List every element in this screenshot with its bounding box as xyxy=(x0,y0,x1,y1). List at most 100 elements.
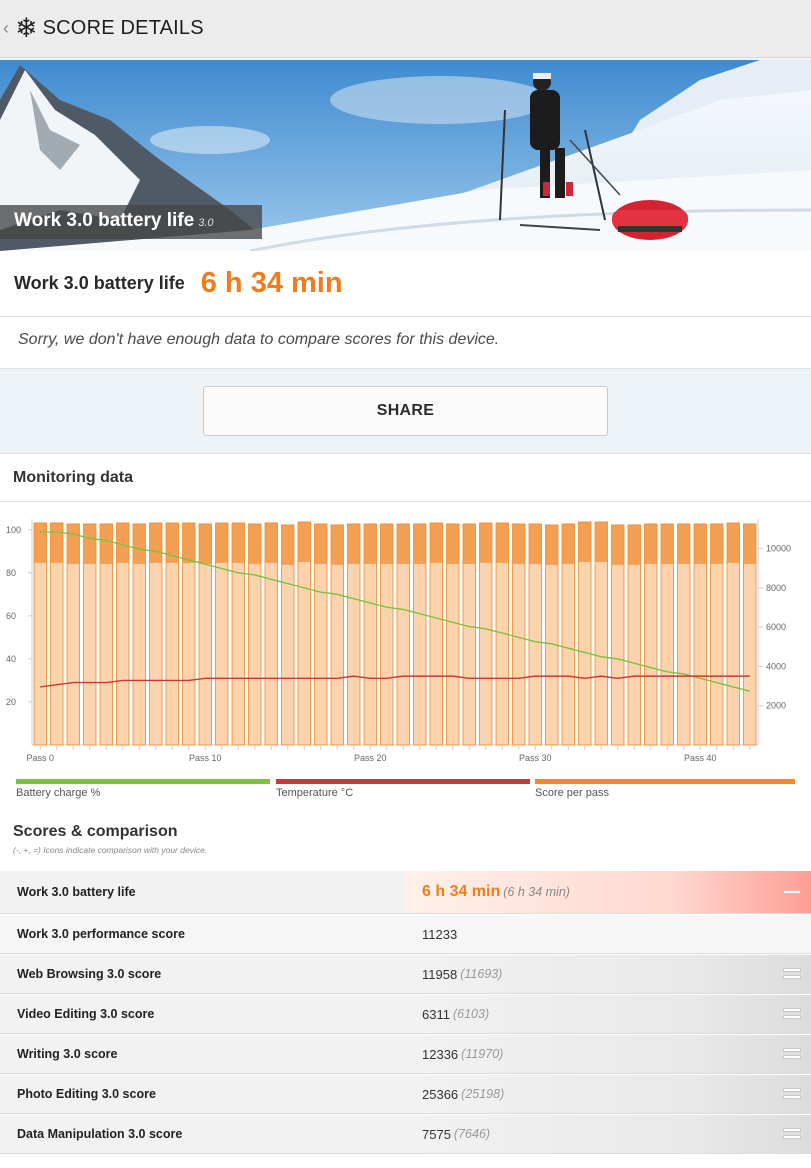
bar-score-pass-top xyxy=(83,523,96,564)
result-value: 6 h 34 min xyxy=(200,267,343,299)
score-name: Video Editing 3.0 score xyxy=(17,1007,155,1021)
top-bar: ‹ ❄ SCORE DETAILS xyxy=(0,0,811,58)
bar-score-pass-top xyxy=(265,522,278,563)
bar-score-pass-top xyxy=(644,523,657,564)
right-tick-label: 10000 xyxy=(766,543,791,553)
bar-score-pass-top xyxy=(743,523,756,564)
score-value: 12336 xyxy=(422,1046,459,1062)
x-tick-label: Pass 40 xyxy=(684,753,717,763)
score-name: Work 3.0 battery life xyxy=(17,885,136,899)
bar-score-pass-top xyxy=(446,523,459,564)
bar-score-pass-top xyxy=(232,522,245,563)
result-card: Work 3.0 battery life 6 h 34 min Sorry, … xyxy=(0,251,811,369)
right-tick-label: 8000 xyxy=(766,583,786,593)
left-tick-label: 100 xyxy=(6,525,21,535)
score-value: 6 h 34 min xyxy=(422,883,501,900)
bar-score-pass-top xyxy=(529,523,542,564)
series-line-battery xyxy=(40,531,750,692)
left-tick-label: 40 xyxy=(6,654,16,664)
bar-score-pass-top xyxy=(133,523,146,564)
hero-version: 3.0 xyxy=(198,217,214,229)
back-chevron-icon[interactable]: ‹ xyxy=(3,18,13,39)
score-value: 7575 xyxy=(422,1126,451,1142)
bar-score-pass-top xyxy=(479,522,492,563)
bar-score-pass-top xyxy=(364,523,377,564)
bar-score-pass-top xyxy=(512,523,525,564)
equals-icon xyxy=(783,967,801,981)
score-value: 11233 xyxy=(422,926,458,942)
minus-icon xyxy=(783,885,801,899)
score-reference: (25198) xyxy=(461,1087,505,1101)
equals-icon xyxy=(783,1047,801,1061)
score-name: Photo Editing 3.0 score xyxy=(17,1087,156,1101)
table-row[interactable]: Writing 3.0 score 12336 (11970) xyxy=(0,1034,811,1074)
equals-icon xyxy=(783,1087,801,1101)
table-row[interactable]: Data Manipulation 3.0 score 7575 (7646) xyxy=(0,1114,811,1154)
score-value: 11958 xyxy=(422,966,458,982)
table-row[interactable]: Video Editing 3.0 score 6311 (6103) xyxy=(0,994,811,1034)
share-button[interactable]: SHARE xyxy=(203,386,608,436)
bar-score-pass-top xyxy=(578,521,591,562)
table-row[interactable]: Work 3.0 battery life 6 h 34 min (6 h 34… xyxy=(0,870,811,914)
monitoring-card: Monitoring data 20 40 60 80 100 2000 4000 6000 8… xyxy=(0,453,811,1168)
bar-score-pass-top xyxy=(545,524,558,565)
bar-score-pass-top xyxy=(182,522,195,563)
left-tick-label: 20 xyxy=(6,697,16,707)
bar-score-pass-top xyxy=(463,523,476,564)
bar-score-pass-top xyxy=(496,522,509,563)
bar-score-pass-top xyxy=(67,523,80,564)
bar-score-pass-top xyxy=(347,523,360,564)
equals-icon xyxy=(783,1007,801,1021)
bar-score-pass-top xyxy=(331,524,344,565)
hero-title-text: Work 3.0 battery life xyxy=(14,210,195,231)
left-tick-label: 80 xyxy=(6,568,16,578)
comparison-note: Sorry, we don't have enough data to comp… xyxy=(18,331,500,348)
hero-banner: Work 3.0 battery life 3.0 xyxy=(0,60,811,251)
score-reference: (11970) xyxy=(461,1047,504,1061)
table-row[interactable]: Photo Editing 3.0 score 25366 (25198) xyxy=(0,1074,811,1114)
legend-battery: Battery charge % xyxy=(16,779,270,799)
bar-score-pass-top xyxy=(248,523,261,564)
score-name: Work 3.0 performance score xyxy=(17,927,185,941)
result-label: Work 3.0 battery life xyxy=(14,273,185,293)
monitoring-title: Monitoring data xyxy=(0,454,811,502)
scores-note: (-, +, =) Icons indicate comparison with… xyxy=(13,845,208,855)
score-name: Web Browsing 3.0 score xyxy=(17,967,162,981)
snowflake-icon: ❄ xyxy=(15,13,38,43)
left-tick-label: 60 xyxy=(6,611,16,621)
score-value: 25366 xyxy=(422,1086,459,1102)
right-tick-label: 4000 xyxy=(766,661,786,671)
equals-icon xyxy=(783,1127,801,1141)
bar-score-pass-top xyxy=(661,523,674,564)
right-tick-label: 2000 xyxy=(766,701,786,711)
bar-score-pass-top xyxy=(710,523,723,564)
hero-title: Work 3.0 battery life 3.0 xyxy=(0,205,262,239)
x-tick-label: Pass 10 xyxy=(189,753,222,763)
score-reference: (11693) xyxy=(460,967,503,981)
bar-score-pass-top xyxy=(116,522,129,563)
table-row[interactable]: Web Browsing 3.0 score 11958 (11693) xyxy=(0,954,811,994)
bar-score-pass-top xyxy=(430,522,443,563)
bar-score-pass-top xyxy=(611,524,624,565)
bar-score-pass-top xyxy=(397,523,410,564)
bar-score-pass-top xyxy=(298,521,311,562)
score-table: Work 3.0 battery life 6 h 34 min (6 h 34… xyxy=(0,870,811,1154)
bar-score-pass-top xyxy=(281,524,294,565)
score-reference: (7646) xyxy=(453,1127,491,1141)
x-tick-label: Pass 0 xyxy=(26,753,54,763)
bar-score-pass-top xyxy=(100,523,113,564)
score-name: Data Manipulation 3.0 score xyxy=(17,1127,183,1141)
score-name: Writing 3.0 score xyxy=(17,1047,118,1061)
legend-temperature: Temperature °C xyxy=(276,779,530,799)
bar-score-pass-top xyxy=(413,523,426,564)
x-tick-label: Pass 20 xyxy=(354,753,387,763)
legend-score-swatch xyxy=(535,779,795,784)
bar-score-pass-top xyxy=(199,523,212,564)
bar-score-pass-top xyxy=(149,522,162,563)
bar-score-pass-top xyxy=(50,522,63,563)
bar-score-pass-top xyxy=(562,523,575,564)
legend-temperature-swatch xyxy=(276,779,530,784)
bar-score-pass-top xyxy=(34,522,47,563)
legend-battery-label: Battery charge % xyxy=(16,787,101,799)
table-row[interactable]: Work 3.0 performance score 11233 xyxy=(0,914,811,954)
